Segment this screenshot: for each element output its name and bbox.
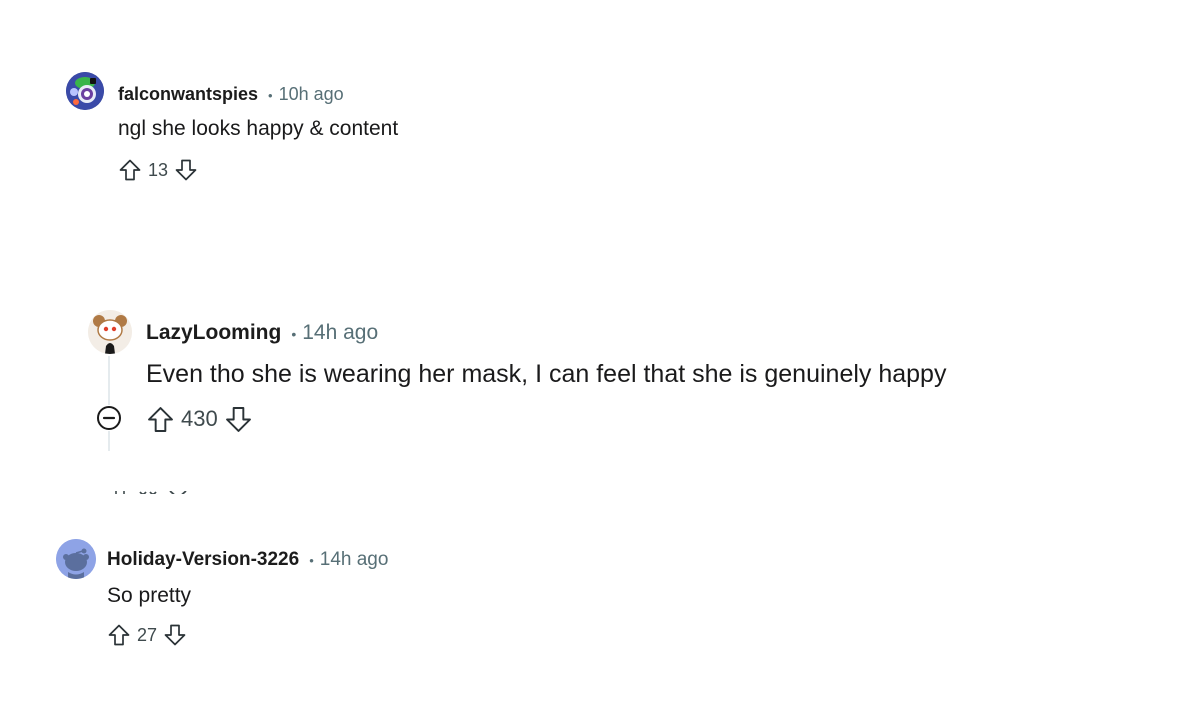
comment-body: So pretty bbox=[107, 584, 192, 607]
timestamp[interactable]: 14h ago bbox=[320, 549, 389, 571]
comment-holiday-version-3226: Holiday-Version-3226 • 14h ago So pretty… bbox=[0, 0, 1200, 720]
vote-score: 27 bbox=[137, 624, 158, 645]
vote-bar: 27 bbox=[107, 622, 187, 648]
downvote-arrow-icon[interactable] bbox=[163, 623, 187, 647]
author-name[interactable]: Holiday-Version-3226 bbox=[107, 549, 299, 571]
upvote-arrow-icon[interactable] bbox=[107, 623, 131, 647]
comment-thread: falconwantspies • 10h ago ngl she looks … bbox=[0, 0, 1200, 720]
default-snoo-avatar-icon[interactable] bbox=[56, 539, 96, 579]
comment-meta: Holiday-Version-3226 • 14h ago bbox=[107, 549, 388, 571]
meta-separator: • bbox=[309, 553, 314, 568]
